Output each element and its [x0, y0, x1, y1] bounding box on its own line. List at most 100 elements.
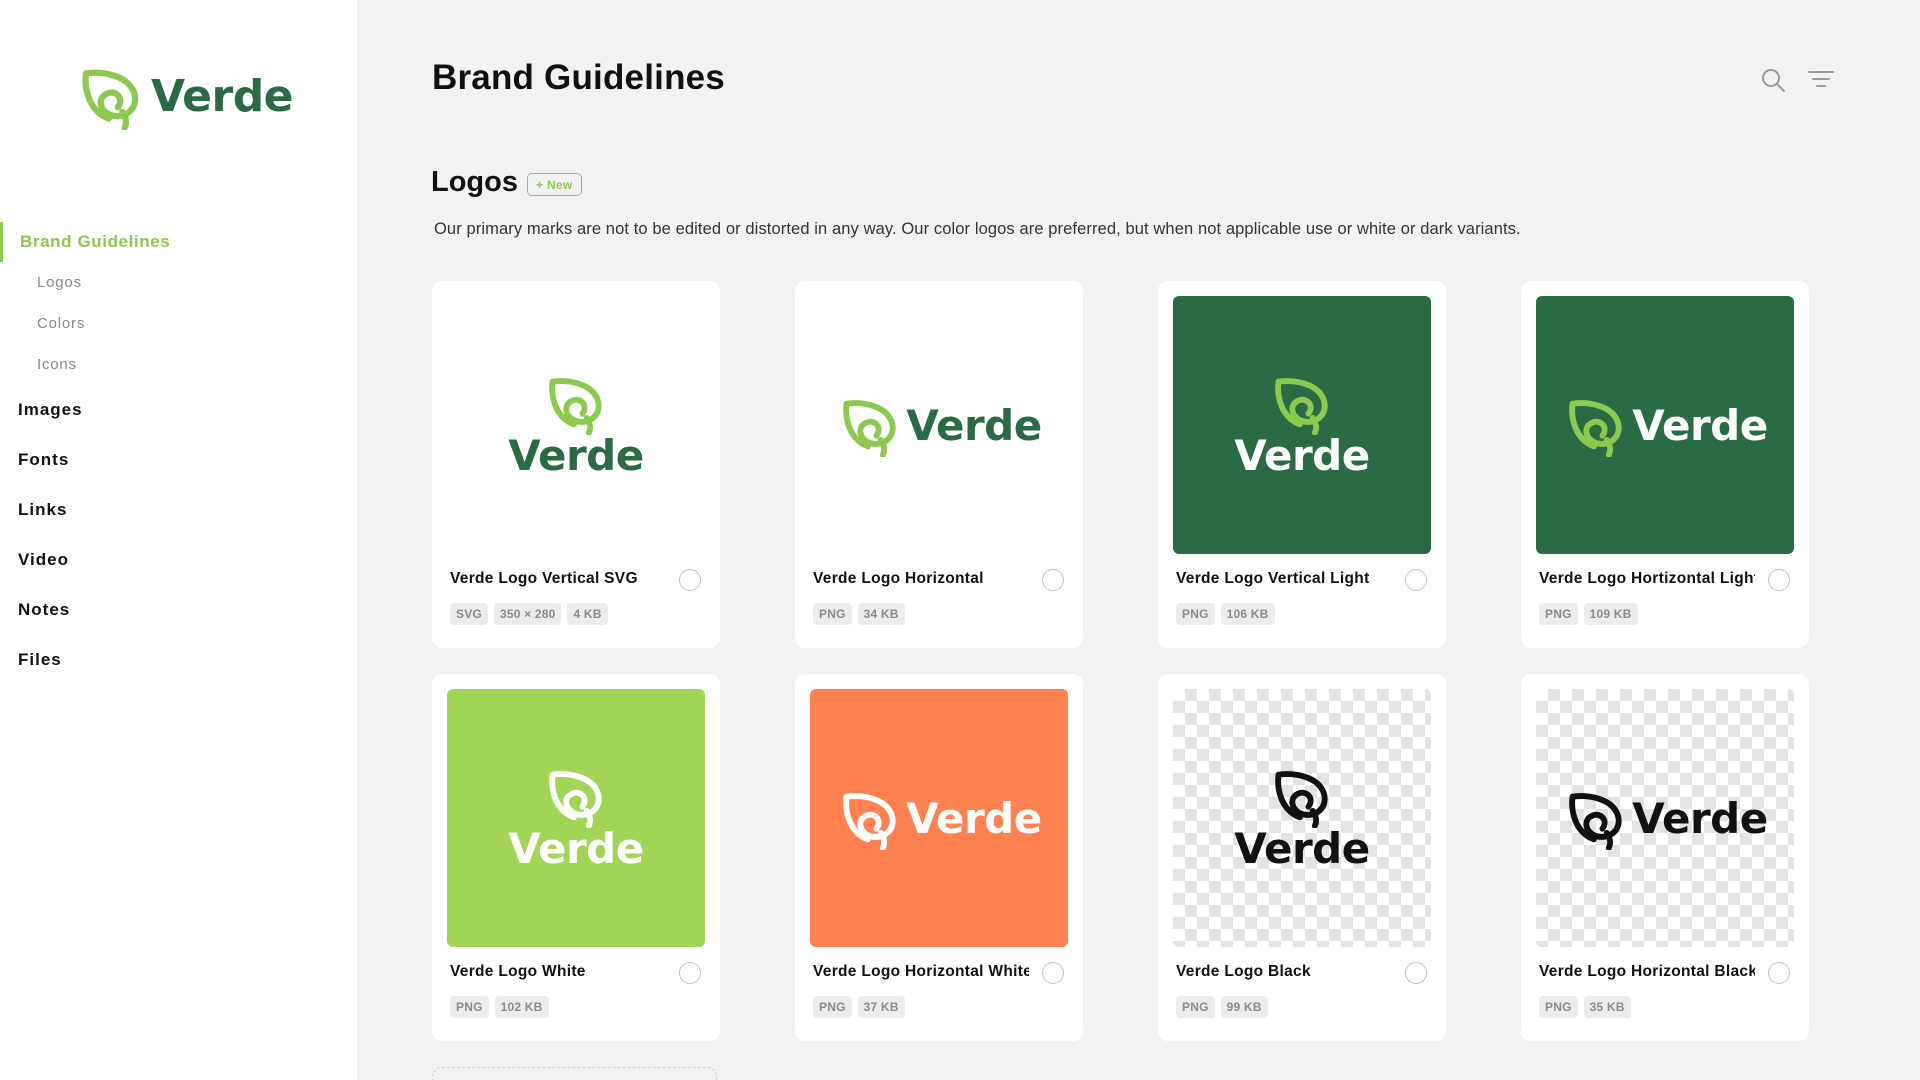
tag-format: SVG: [450, 603, 488, 625]
leaf-logo-icon: [82, 69, 139, 130]
asset-tags: SVG 350 × 280 4 KB: [450, 603, 608, 625]
tag-format: PNG: [1176, 603, 1215, 625]
add-asset-dropzone[interactable]: [432, 1067, 717, 1080]
tag-format: PNG: [1176, 996, 1215, 1018]
verde-logo: Verde: [1234, 371, 1370, 480]
page-title: Brand Guidelines: [432, 58, 725, 97]
tag-format: PNG: [1539, 996, 1578, 1018]
asset-name: Verde Logo Hortizontal Light: [1539, 570, 1755, 587]
leaf-logo-icon: [843, 400, 896, 457]
sidebar-subitem-colors[interactable]: Colors: [0, 303, 357, 344]
asset-card[interactable]: Verde Verde Logo Horizontal Black PNG 35…: [1521, 674, 1809, 1041]
logo-wordmark: Verde: [508, 823, 644, 873]
tag-size: 106 KB: [1220, 603, 1275, 625]
asset-thumbnail: Verde: [447, 296, 705, 554]
sidebar-item-fonts[interactable]: Fonts: [0, 435, 357, 485]
asset-tags: PNG 106 KB: [1176, 603, 1275, 625]
verde-logo: Verde: [836, 786, 1042, 850]
sidebar-subitem-icons[interactable]: Icons: [0, 344, 357, 385]
leaf-logo-icon: [1569, 793, 1622, 850]
asset-tags: PNG 109 KB: [1539, 603, 1638, 625]
sidebar-nav: Brand Guidelines Logos Colors Icons Imag…: [0, 222, 357, 685]
asset-name: Verde Logo Vertical SVG: [450, 570, 638, 587]
select-radio[interactable]: [1042, 569, 1064, 591]
asset-thumbnail: Verde: [1173, 689, 1431, 947]
search-icon[interactable]: [1759, 66, 1787, 94]
tag-dimensions: 350 × 280: [493, 603, 562, 625]
sidebar-item-images[interactable]: Images: [0, 385, 357, 435]
asset-card[interactable]: Verde Verde Logo Horizontal White PNG 37…: [795, 674, 1083, 1041]
tag-size: 102 KB: [494, 996, 549, 1018]
tag-size: 37 KB: [857, 996, 905, 1018]
verde-logo: Verde: [508, 371, 644, 480]
asset-card[interactable]: Verde Verde Logo Hortizontal Light PNG 1…: [1521, 281, 1809, 648]
select-radio[interactable]: [1768, 962, 1790, 984]
sidebar-item-links[interactable]: Links: [0, 485, 357, 535]
tag-size: 99 KB: [1220, 996, 1268, 1018]
tag-format: PNG: [1539, 603, 1578, 625]
leaf-logo-icon: [549, 770, 602, 828]
logo-wordmark: Verde: [906, 400, 1042, 450]
tag-format: PNG: [450, 996, 489, 1018]
leaf-logo-icon: [1275, 377, 1328, 435]
asset-thumbnail: Verde: [810, 296, 1068, 554]
asset-card[interactable]: Verde Verde Logo Vertical Light PNG 106 …: [1158, 281, 1446, 648]
tag-format: PNG: [813, 996, 852, 1018]
select-radio[interactable]: [1768, 569, 1790, 591]
verde-logo: Verde: [836, 393, 1042, 457]
section-description: Our primary marks are not to be edited o…: [434, 220, 1521, 238]
asset-thumbnail: Verde: [1536, 689, 1794, 947]
logo-wordmark: Verde: [508, 430, 644, 480]
asset-name: Verde Logo Vertical Light: [1176, 570, 1370, 587]
section-title: Logos: [431, 166, 518, 198]
asset-card[interactable]: Verde Verde Logo Vertical SVG SVG 350 × …: [432, 281, 720, 648]
new-badge[interactable]: + New: [527, 173, 582, 196]
asset-thumbnail: Verde: [810, 689, 1068, 947]
asset-name: Verde Logo White: [450, 963, 586, 980]
tag-size: 35 KB: [1583, 996, 1631, 1018]
tag-format: PNG: [813, 603, 852, 625]
asset-thumbnail: Verde: [1173, 296, 1431, 554]
asset-thumbnail: Verde: [1536, 296, 1794, 554]
asset-name: Verde Logo Horizontal Black: [1539, 963, 1755, 980]
asset-tags: PNG 35 KB: [1539, 996, 1631, 1018]
logo-wordmark: Verde: [1632, 793, 1768, 843]
verde-logo: Verde: [1562, 393, 1768, 457]
select-radio[interactable]: [679, 569, 701, 591]
asset-tags: PNG 37 KB: [813, 996, 905, 1018]
asset-tags: PNG 102 KB: [450, 996, 549, 1018]
leaf-logo-icon: [1275, 770, 1328, 828]
asset-thumbnail: Verde: [447, 689, 705, 947]
verde-logo: Verde: [1562, 786, 1768, 850]
select-radio[interactable]: [1405, 569, 1427, 591]
sidebar-item-notes[interactable]: Notes: [0, 585, 357, 635]
logo-wordmark: Verde: [1234, 430, 1370, 480]
brand-wordmark: Verde: [151, 70, 294, 122]
asset-name: Verde Logo Black: [1176, 963, 1311, 980]
select-radio[interactable]: [1405, 962, 1427, 984]
leaf-logo-icon: [843, 793, 896, 850]
sidebar: Verde Brand Guidelines Logos Colors Icon…: [0, 0, 357, 1080]
asset-tags: PNG 99 KB: [1176, 996, 1268, 1018]
sidebar-item-files[interactable]: Files: [0, 635, 357, 685]
leaf-logo-icon: [549, 377, 602, 435]
verde-logo: Verde: [508, 764, 644, 873]
tag-size: 109 KB: [1583, 603, 1638, 625]
sidebar-item-video[interactable]: Video: [0, 535, 357, 585]
sidebar-item-brand-guidelines[interactable]: Brand Guidelines: [0, 222, 357, 262]
sidebar-subitem-logos[interactable]: Logos: [0, 262, 357, 303]
tag-size: 34 KB: [857, 603, 905, 625]
select-radio[interactable]: [1042, 962, 1064, 984]
brand-logo[interactable]: Verde: [77, 62, 294, 130]
filter-icon[interactable]: [1807, 66, 1835, 94]
asset-name: Verde Logo Horizontal: [813, 570, 984, 587]
select-radio[interactable]: [679, 962, 701, 984]
asset-card[interactable]: Verde Verde Logo Horizontal PNG 34 KB: [795, 281, 1083, 648]
logo-wordmark: Verde: [1234, 823, 1370, 873]
tag-size: 4 KB: [567, 603, 608, 625]
asset-tags: PNG 34 KB: [813, 603, 905, 625]
logo-wordmark: Verde: [1632, 400, 1768, 450]
asset-card[interactable]: Verde Verde Logo White PNG 102 KB: [432, 674, 720, 1041]
logo-wordmark: Verde: [906, 793, 1042, 843]
asset-card[interactable]: Verde Verde Logo Black PNG 99 KB: [1158, 674, 1446, 1041]
